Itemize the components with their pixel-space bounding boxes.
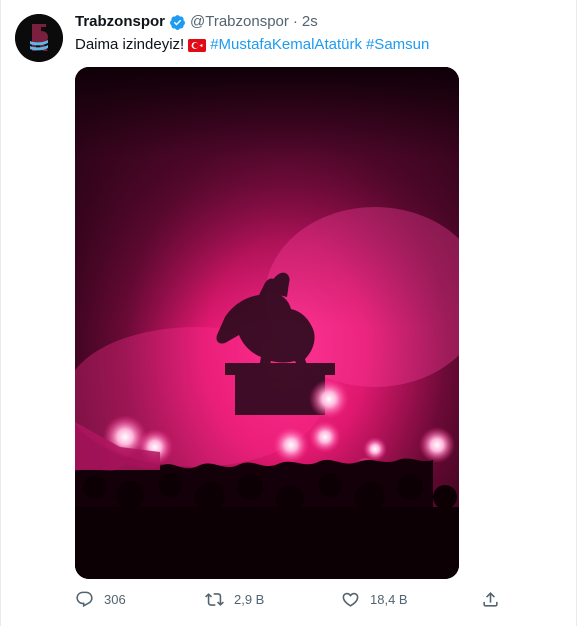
author-name[interactable]: Trabzonspor [75, 12, 165, 32]
tweet-photo[interactable] [75, 67, 459, 579]
like-button[interactable]: 18,4 B [341, 590, 408, 609]
hashtag-link[interactable]: #Samsun [366, 35, 429, 55]
tweet-header: Trabzonspor @Trabzonspor · 2s [75, 12, 318, 32]
trabzonspor-logo-icon [15, 14, 63, 62]
heart-icon [342, 592, 359, 607]
hashtag-link[interactable]: #MustafaKemalAtatürk [210, 35, 362, 55]
tweet-timestamp[interactable]: 2s [302, 12, 318, 32]
retweet-icon [205, 593, 224, 606]
reply-button[interactable]: 306 [75, 590, 126, 609]
share-icon [483, 592, 498, 607]
retweet-count: 2,9 B [234, 592, 265, 607]
tweet-text-body: Daima izindeyiz! [75, 36, 185, 53]
avatar[interactable] [15, 14, 63, 62]
author-handle[interactable]: @Trabzonspor [190, 12, 289, 32]
reply-icon [76, 591, 93, 608]
separator-dot: · [292, 13, 298, 30]
tweet-actions: 306 2,9 B 18,4 B [75, 590, 505, 614]
retweet-button[interactable]: 2,9 B [205, 590, 264, 609]
tweet-text: Daima izindeyiz! #MustafaKemalAtatürk #S… [75, 35, 429, 55]
like-count: 18,4 B [370, 592, 408, 607]
reply-count: 306 [104, 592, 126, 607]
tweet-card[interactable]: Trabzonspor @Trabzonspor · 2s Daima izin… [0, 0, 577, 626]
verified-badge-icon [170, 14, 185, 30]
statue-flares-photo [75, 67, 459, 579]
turkey-flag-icon [188, 38, 207, 52]
share-button[interactable] [481, 590, 500, 609]
